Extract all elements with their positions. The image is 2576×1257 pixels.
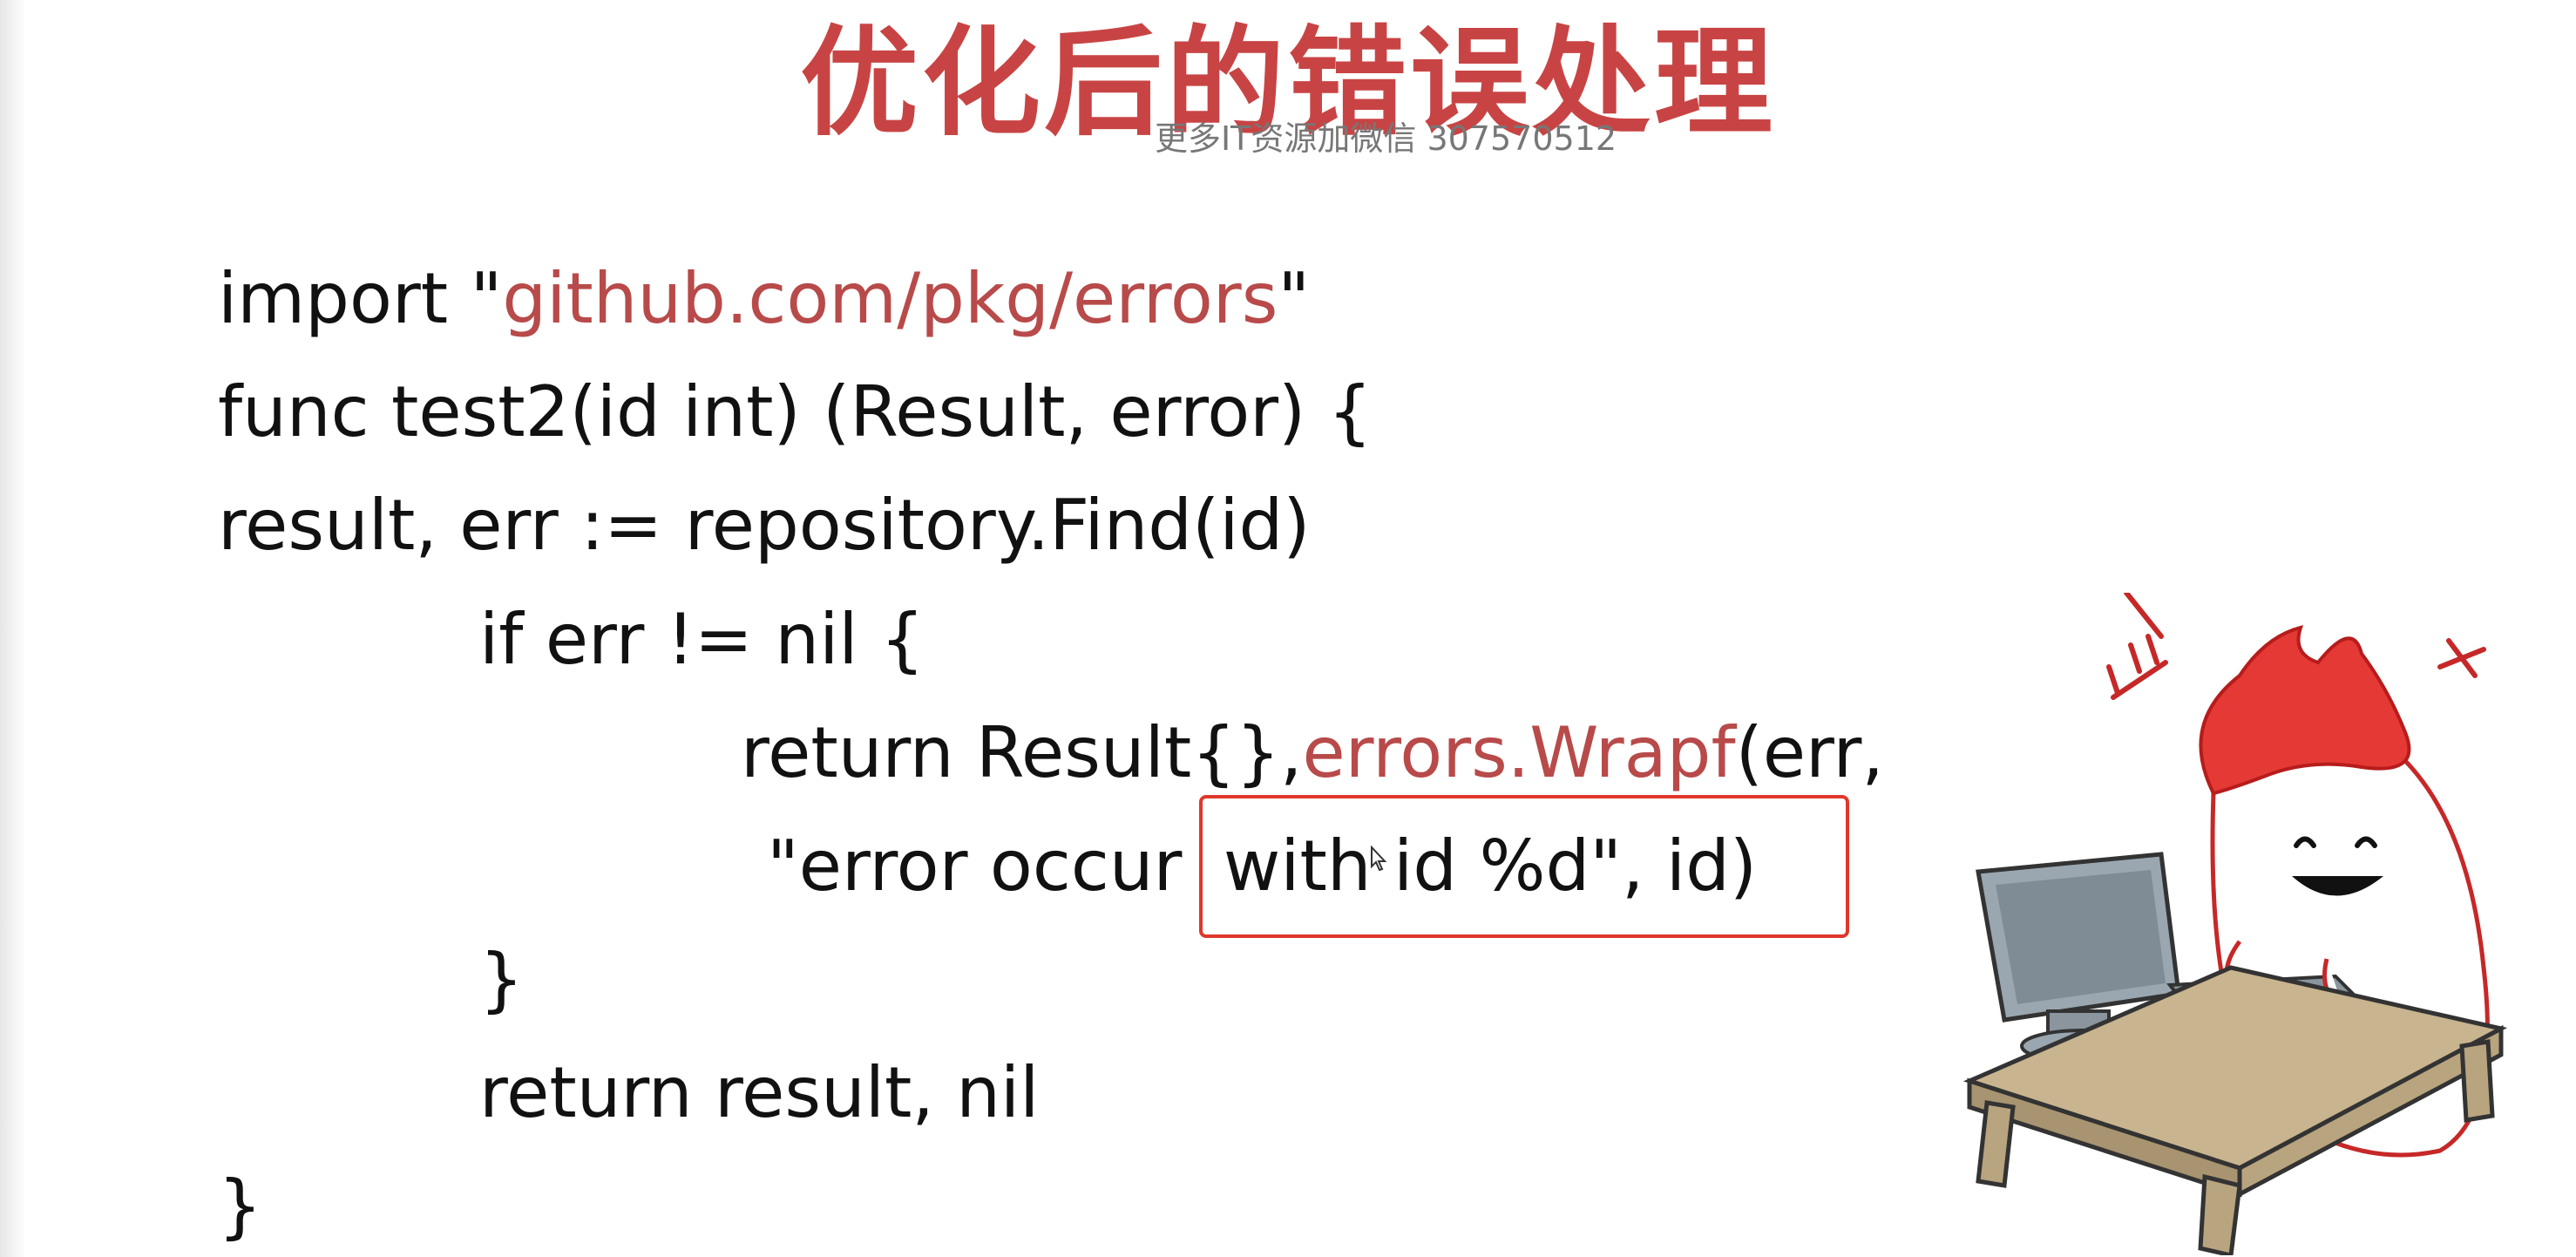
import-keyword: import " bbox=[218, 258, 503, 339]
highlight-box bbox=[1199, 795, 1849, 938]
import-path: github.com/pkg/errors bbox=[502, 258, 1278, 339]
import-quote-end: " bbox=[1278, 258, 1311, 339]
code-line-if-err: if err != nil { bbox=[479, 599, 925, 680]
code-line-import: import "github.com/pkg/errors" bbox=[218, 264, 1310, 334]
format-string-prefix: "error occur bbox=[767, 826, 1204, 907]
code-line-find: result, err := repository.Find(id) bbox=[218, 485, 1311, 566]
code-line-close-if: } bbox=[479, 939, 524, 1020]
wrapf-args: (err, bbox=[1735, 712, 1884, 793]
code-line-return-nil: return result, nil bbox=[479, 1052, 1040, 1133]
watermark-text: 更多IT资源加微信 307570512 bbox=[1154, 119, 1617, 158]
code-line-return-wrapf: return Result{},errors.Wrapf(err, bbox=[741, 718, 1884, 788]
wrapf-call: errors.Wrapf bbox=[1302, 712, 1736, 793]
left-edge-shadow bbox=[0, 0, 26, 1257]
mascot-at-computer-illustration bbox=[1963, 593, 2508, 1255]
code-line-close-func: } bbox=[218, 1165, 262, 1247]
mouse-pointer-icon bbox=[1371, 846, 1387, 872]
code-line-func-signature: func test2(id int) (Result, error) { bbox=[218, 371, 1373, 452]
return-result: return Result{}, bbox=[741, 712, 1303, 793]
